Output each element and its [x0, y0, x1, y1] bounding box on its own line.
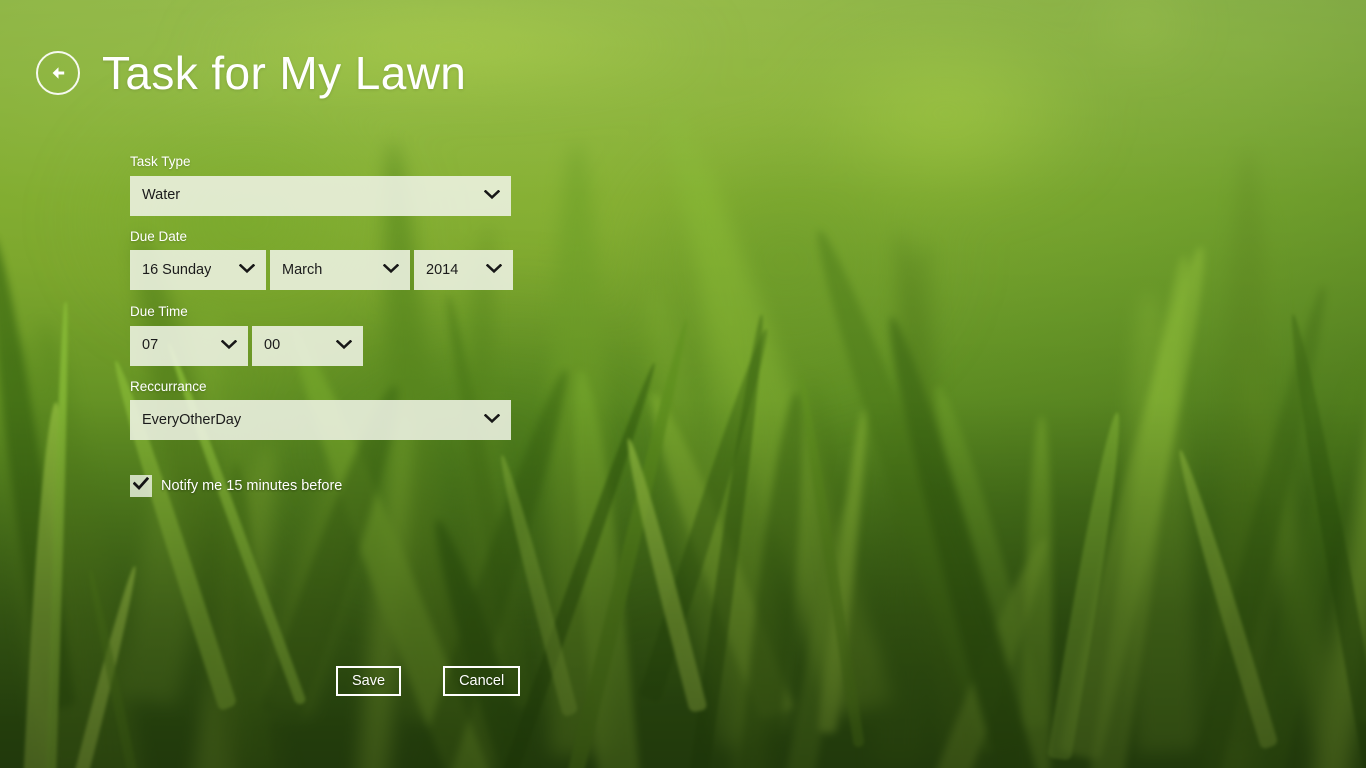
notify-checkbox-label: Notify me 15 minutes before — [161, 477, 343, 494]
due-date-month-value: March — [282, 262, 323, 278]
task-type-select[interactable]: Water — [130, 175, 511, 216]
task-type-label: Task Type — [130, 154, 191, 169]
chevron-down-icon — [485, 261, 503, 279]
due-date-day-value: 16 Sunday — [142, 262, 212, 278]
cancel-button[interactable]: Cancel — [443, 666, 521, 696]
notify-checkbox[interactable] — [130, 475, 152, 497]
chevron-down-icon — [483, 187, 501, 205]
task-type-value: Water — [142, 188, 181, 203]
due-date-group: Due Date 16 Sunday March 2014 — [130, 228, 550, 290]
recurrence-label: Reccurrance — [130, 378, 207, 394]
page-header: Task for My Lawn — [36, 50, 466, 96]
task-form: Task Type Water Due Date 16 Sunday March… — [130, 155, 550, 497]
form-actions: Save Cancel — [336, 666, 521, 696]
due-time-hour-select[interactable]: 07 — [130, 325, 248, 366]
due-date-label: Due Date — [130, 228, 188, 244]
due-time-minute-value: 00 — [264, 338, 281, 353]
page-title: Task for My Lawn — [102, 47, 467, 99]
chevron-down-icon — [483, 411, 501, 429]
back-button[interactable] — [36, 51, 80, 95]
recurrence-value: EveryOtherDay — [142, 412, 242, 428]
due-date-year-select[interactable]: 2014 — [414, 250, 513, 290]
due-date-month-select[interactable]: March — [270, 250, 410, 290]
chevron-down-icon — [382, 261, 400, 279]
chevron-down-icon — [238, 261, 256, 279]
back-arrow-icon — [47, 62, 69, 84]
due-time-group: Due Time 07 00 — [130, 305, 550, 366]
checkmark-icon — [132, 476, 150, 496]
due-date-year-value: 2014 — [426, 262, 459, 278]
chevron-down-icon — [335, 337, 353, 355]
due-time-row: 07 00 — [130, 325, 550, 366]
due-date-day-select[interactable]: 16 Sunday — [130, 250, 266, 290]
recurrence-group: Reccurrance EveryOtherDay — [130, 378, 550, 440]
recurrence-select[interactable]: EveryOtherDay — [130, 400, 511, 440]
due-date-row: 16 Sunday March 2014 — [130, 250, 550, 290]
chevron-down-icon — [220, 337, 238, 355]
due-time-hour-value: 07 — [142, 338, 159, 353]
due-time-label: Due Time — [130, 304, 188, 319]
app-root: Task for My Lawn Task Type Water Due Dat… — [0, 0, 1366, 768]
notify-checkbox-row[interactable]: Notify me 15 minutes before — [130, 475, 342, 497]
save-button[interactable]: Save — [336, 666, 402, 696]
task-type-group: Task Type Water — [130, 155, 550, 216]
due-time-minute-select[interactable]: 00 — [252, 325, 363, 366]
